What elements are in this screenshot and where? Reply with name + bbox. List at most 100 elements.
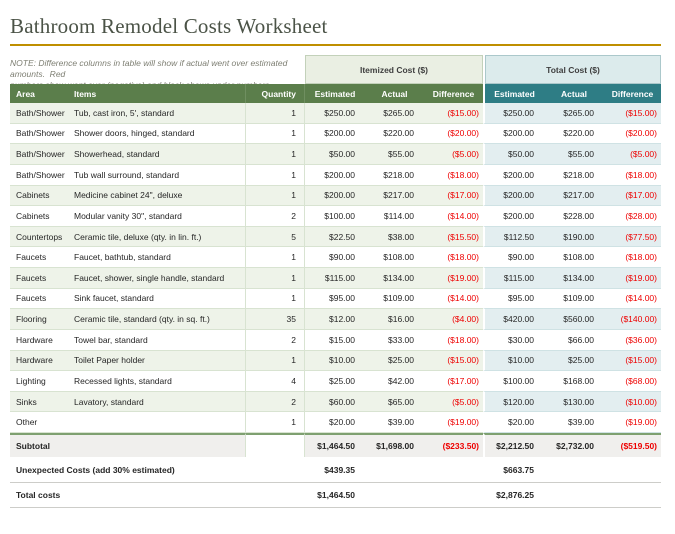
cell-r10-c9[interactable]: ($14.00) xyxy=(604,289,661,310)
cell-r13-c1[interactable]: Hardware xyxy=(10,351,72,372)
cell-r14-c4[interactable]: $25.00 xyxy=(305,371,365,392)
cell-r11-c4[interactable]: $12.00 xyxy=(305,309,365,330)
col-header-total-actual[interactable]: Actual xyxy=(544,84,604,103)
cell-r14-c8[interactable]: $168.00 xyxy=(544,371,604,392)
cell-r10-c6[interactable]: ($14.00) xyxy=(424,289,483,310)
cell-r16-c4[interactable]: $20.00 xyxy=(305,412,365,433)
cell-r3-c9[interactable]: ($5.00) xyxy=(604,144,661,165)
subtotal-itemized-actual[interactable]: $1,698.00 xyxy=(365,433,424,457)
cell-r2-c6[interactable]: ($20.00) xyxy=(424,124,483,145)
subtotal-total-difference[interactable]: ($519.50) xyxy=(604,433,661,457)
cell-r1-c5[interactable]: $265.00 xyxy=(365,103,424,124)
cell-r15-c9[interactable]: ($10.00) xyxy=(604,392,661,413)
cell-r11-c3[interactable]: 35 xyxy=(245,309,305,330)
cell-r3-c6[interactable]: ($5.00) xyxy=(424,144,483,165)
cell-r13-c2[interactable]: Toilet Paper holder xyxy=(72,351,245,372)
col-header-itemized-actual[interactable]: Actual xyxy=(365,84,424,103)
cell-r11-c8[interactable]: $560.00 xyxy=(544,309,604,330)
col-header-area[interactable]: Area xyxy=(10,84,72,103)
cell-r9-c7[interactable]: $115.00 xyxy=(483,268,544,289)
empty-cell[interactable] xyxy=(365,483,424,508)
cell-r13-c9[interactable]: ($15.00) xyxy=(604,351,661,372)
subtotal-quantity-cell[interactable] xyxy=(245,433,305,457)
cell-r10-c5[interactable]: $109.00 xyxy=(365,289,424,310)
cell-r14-c6[interactable]: ($17.00) xyxy=(424,371,483,392)
cell-r5-c2[interactable]: Medicine cabinet 24", deluxe xyxy=(72,186,245,207)
cell-r2-c5[interactable]: $220.00 xyxy=(365,124,424,145)
total-total-estimated[interactable]: $2,876.25 xyxy=(483,483,544,508)
cell-r11-c1[interactable]: Flooring xyxy=(10,309,72,330)
cell-r4-c7[interactable]: $200.00 xyxy=(483,165,544,186)
cell-r8-c9[interactable]: ($18.00) xyxy=(604,247,661,268)
cell-r2-c8[interactable]: $220.00 xyxy=(544,124,604,145)
cell-r5-c8[interactable]: $217.00 xyxy=(544,186,604,207)
cell-r11-c9[interactable]: ($140.00) xyxy=(604,309,661,330)
cell-r12-c2[interactable]: Towel bar, standard xyxy=(72,330,245,351)
cell-r16-c3[interactable]: 1 xyxy=(245,412,305,433)
cell-r9-c4[interactable]: $115.00 xyxy=(305,268,365,289)
empty-cell[interactable] xyxy=(365,457,424,483)
cell-r1-c8[interactable]: $265.00 xyxy=(544,103,604,124)
cell-r14-c2[interactable]: Recessed lights, standard xyxy=(72,371,245,392)
cell-r10-c7[interactable]: $95.00 xyxy=(483,289,544,310)
cell-r16-c7[interactable]: $20.00 xyxy=(483,412,544,433)
cell-r15-c7[interactable]: $120.00 xyxy=(483,392,544,413)
cell-r4-c4[interactable]: $200.00 xyxy=(305,165,365,186)
cell-r6-c6[interactable]: ($14.00) xyxy=(424,206,483,227)
cell-r11-c2[interactable]: Ceramic tile, standard (qty. in sq. ft.) xyxy=(72,309,245,330)
cell-r5-c7[interactable]: $200.00 xyxy=(483,186,544,207)
cell-r1-c1[interactable]: Bath/Shower xyxy=(10,103,72,124)
empty-cell[interactable] xyxy=(544,457,604,483)
cell-r12-c7[interactable]: $30.00 xyxy=(483,330,544,351)
cell-r12-c8[interactable]: $66.00 xyxy=(544,330,604,351)
group-header-itemized[interactable]: Itemized Cost ($) xyxy=(305,55,483,84)
cell-r3-c8[interactable]: $55.00 xyxy=(544,144,604,165)
cell-r2-c4[interactable]: $200.00 xyxy=(305,124,365,145)
cell-r8-c8[interactable]: $108.00 xyxy=(544,247,604,268)
cell-r13-c4[interactable]: $10.00 xyxy=(305,351,365,372)
cell-r12-c6[interactable]: ($18.00) xyxy=(424,330,483,351)
cell-r4-c8[interactable]: $218.00 xyxy=(544,165,604,186)
cell-r10-c2[interactable]: Sink faucet, standard xyxy=(72,289,245,310)
empty-cell[interactable] xyxy=(604,483,661,508)
cell-r4-c2[interactable]: Tub wall surround, standard xyxy=(72,165,245,186)
cell-r1-c4[interactable]: $250.00 xyxy=(305,103,365,124)
cell-r3-c5[interactable]: $55.00 xyxy=(365,144,424,165)
cell-r13-c5[interactable]: $25.00 xyxy=(365,351,424,372)
cell-r16-c2[interactable] xyxy=(72,412,245,433)
cell-r1-c6[interactable]: ($15.00) xyxy=(424,103,483,124)
cell-r2-c3[interactable]: 1 xyxy=(245,124,305,145)
unexpected-itemized-estimated[interactable]: $439.35 xyxy=(305,457,365,483)
cell-r16-c9[interactable]: ($19.00) xyxy=(604,412,661,433)
cell-r4-c5[interactable]: $218.00 xyxy=(365,165,424,186)
cell-r7-c7[interactable]: $112.50 xyxy=(483,227,544,248)
cell-r6-c2[interactable]: Modular vanity 30", standard xyxy=(72,206,245,227)
cell-r6-c7[interactable]: $200.00 xyxy=(483,206,544,227)
cell-r9-c3[interactable]: 1 xyxy=(245,268,305,289)
cell-r4-c9[interactable]: ($18.00) xyxy=(604,165,661,186)
cell-r13-c3[interactable]: 1 xyxy=(245,351,305,372)
cell-r3-c7[interactable]: $50.00 xyxy=(483,144,544,165)
cell-r8-c2[interactable]: Faucet, bathtub, standard xyxy=(72,247,245,268)
empty-cell[interactable] xyxy=(424,457,483,483)
cell-r10-c8[interactable]: $109.00 xyxy=(544,289,604,310)
cell-r15-c1[interactable]: Sinks xyxy=(10,392,72,413)
cell-r5-c1[interactable]: Cabinets xyxy=(10,186,72,207)
unexpected-total-estimated[interactable]: $663.75 xyxy=(483,457,544,483)
cell-r1-c7[interactable]: $250.00 xyxy=(483,103,544,124)
cell-r14-c7[interactable]: $100.00 xyxy=(483,371,544,392)
cell-r2-c9[interactable]: ($20.00) xyxy=(604,124,661,145)
cell-r3-c1[interactable]: Bath/Shower xyxy=(10,144,72,165)
cell-r2-c7[interactable]: $200.00 xyxy=(483,124,544,145)
cell-r7-c2[interactable]: Ceramic tile, deluxe (qty. in lin. ft.) xyxy=(72,227,245,248)
cell-r9-c9[interactable]: ($19.00) xyxy=(604,268,661,289)
cell-r16-c8[interactable]: $39.00 xyxy=(544,412,604,433)
empty-cell[interactable] xyxy=(604,457,661,483)
cell-r9-c8[interactable]: $134.00 xyxy=(544,268,604,289)
cell-r8-c6[interactable]: ($18.00) xyxy=(424,247,483,268)
cell-r14-c3[interactable]: 4 xyxy=(245,371,305,392)
cell-r1-c2[interactable]: Tub, cast iron, 5', standard xyxy=(72,103,245,124)
cell-r15-c4[interactable]: $60.00 xyxy=(305,392,365,413)
col-header-itemized-difference[interactable]: Difference xyxy=(424,84,483,103)
cell-r9-c1[interactable]: Faucets xyxy=(10,268,72,289)
